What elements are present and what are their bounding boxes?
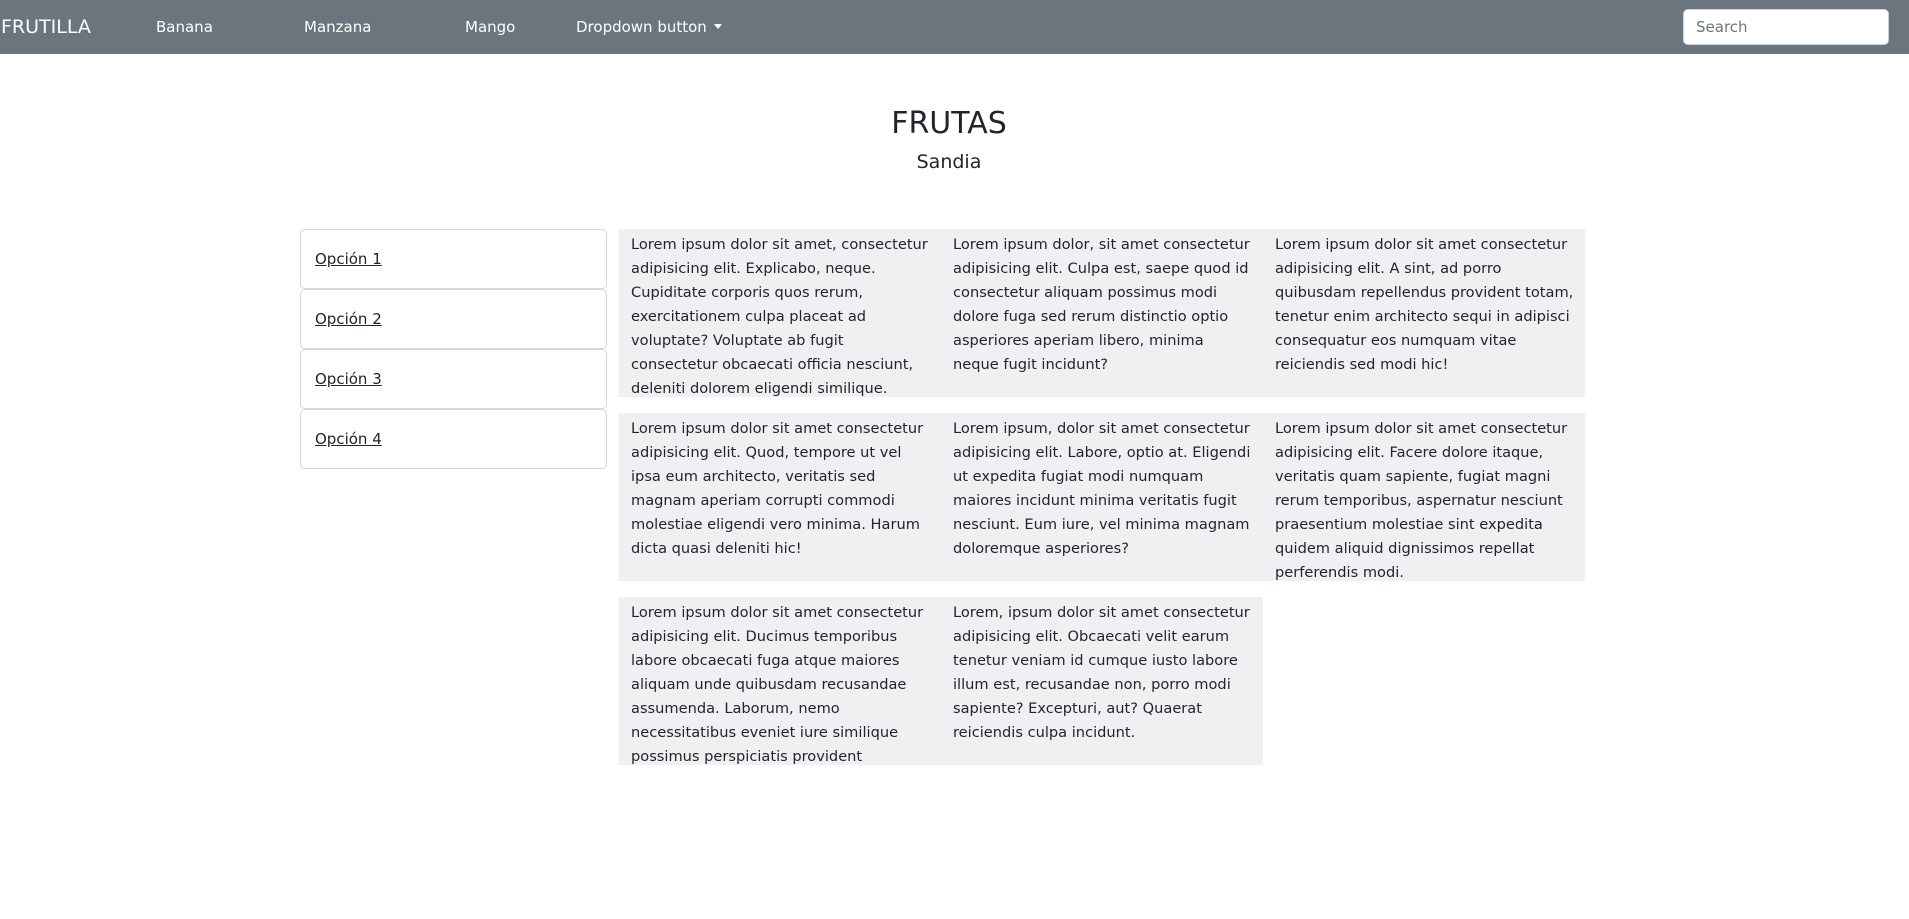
content-cell: Lorem ipsum dolor sit amet consectetur a… (631, 604, 924, 765)
top-navbar: FRUTILLA Banana Manzana Mango Dropdown b… (0, 0, 1909, 54)
brand-logo-link[interactable]: FRUTILLA (1, 14, 91, 40)
content-row-3: Lorem ipsum dolor sit amet consectetur a… (619, 597, 1263, 765)
dropdown-button[interactable]: Dropdown button (576, 16, 722, 38)
sidebar-options-list: Opción 1 Opción 2 Opción 3 Opción 4 (300, 229, 607, 469)
sidebar-item-opcion-3[interactable]: Opción 3 (300, 349, 607, 409)
sidebar-item-opcion-2[interactable]: Opción 2 (300, 289, 607, 349)
content-cell: Lorem ipsum dolor sit amet consectetur a… (1275, 420, 1568, 581)
content-row-2: Lorem ipsum dolor sit amet consectetur a… (619, 413, 1585, 581)
sidebar-item-opcion-4[interactable]: Opción 4 (300, 409, 607, 469)
nav-link-banana[interactable]: Banana (156, 16, 213, 38)
search-input[interactable] (1683, 9, 1889, 45)
sidebar-item-opcion-1[interactable]: Opción 1 (300, 229, 607, 289)
nav-link-mango[interactable]: Mango (465, 16, 515, 38)
page-title: FRUTAS (891, 106, 1007, 141)
content-cell: Lorem ipsum dolor sit amet consectetur a… (1275, 236, 1574, 373)
caret-down-icon (713, 24, 722, 29)
content-cell: Lorem ipsum dolor, sit amet consectetur … (953, 236, 1250, 373)
nav-link-manzana[interactable]: Manzana (304, 16, 371, 38)
dropdown-button-label: Dropdown button (576, 18, 707, 36)
content-cell: Lorem ipsum, dolor sit amet consectetur … (953, 420, 1251, 557)
content-cell: Lorem ipsum dolor sit amet consectetur a… (631, 420, 924, 557)
page-subtitle: Sandia (916, 151, 982, 173)
content-cell: Lorem, ipsum dolor sit amet consectetur … (953, 604, 1250, 741)
content-row-1: Lorem ipsum dolor sit amet, consectetur … (619, 229, 1585, 397)
content-cell: Lorem ipsum dolor sit amet, consectetur … (631, 236, 928, 397)
